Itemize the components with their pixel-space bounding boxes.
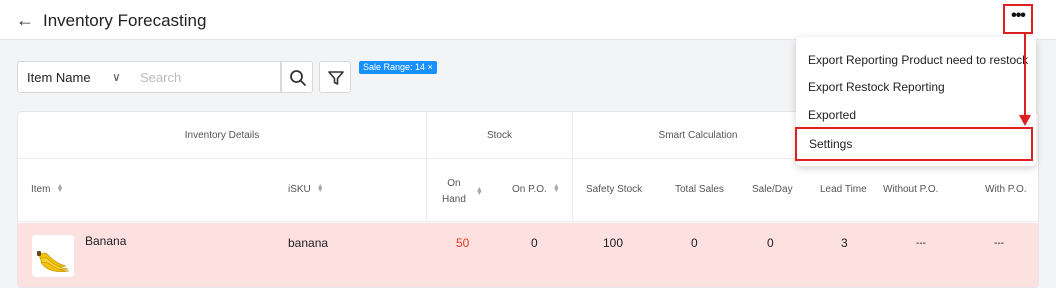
isku-value: banana [288, 236, 329, 250]
menu-item-settings-label: Settings [809, 137, 853, 151]
without-po-value: --- [916, 238, 926, 249]
sort-icon: ▲ ▼ [56, 183, 64, 195]
column-label: On Hand [442, 176, 466, 208]
column-header-total-sales: Total Sales [675, 184, 724, 195]
total-sales-value: 0 [691, 236, 698, 250]
chevron-down-icon: ∨ [112, 70, 121, 84]
back-arrow-icon[interactable]: ← [16, 10, 34, 31]
more-button-highlight: ••• [1003, 4, 1033, 34]
column-header-safety-stock: Safety Stock [586, 184, 643, 195]
more-options-button[interactable]: ••• [1007, 8, 1029, 30]
column-header-without-po: Without P.O. [883, 184, 939, 195]
column-header-isku[interactable]: iSKU ▲ ▼ [288, 183, 324, 195]
item-name[interactable]: Banana [85, 234, 126, 248]
sale-range-chip[interactable]: Sale Range: 14 × [359, 61, 437, 74]
menu-item-export-restock-reporting[interactable]: Export Restock Reporting [808, 80, 945, 94]
group-header-stock: Stock [427, 112, 572, 159]
on-hand-value: 50 [456, 236, 470, 250]
filter-button[interactable] [319, 61, 351, 93]
search-icon [290, 70, 306, 86]
sort-icon: ▲ ▼ [475, 186, 483, 197]
column-header-lead-time: Lead Time [820, 184, 867, 195]
column-label-line: Hand [442, 194, 466, 205]
column-label: iSKU [288, 184, 311, 195]
banana-icon [37, 251, 70, 272]
on-po-value: 0 [531, 236, 538, 250]
menu-item-export-restock-needed[interactable]: Export Reporting Product need to restock [808, 53, 1028, 67]
product-thumbnail [32, 235, 74, 277]
column-header-sale-day: Sale/Day [752, 184, 793, 195]
search-button[interactable] [281, 61, 313, 93]
column-label-line: On [447, 178, 461, 189]
page-title: Inventory Forecasting [43, 11, 207, 30]
field-select[interactable]: Item Name ∨ [17, 61, 131, 93]
column-header-on-po[interactable]: On P.O. ▲ ▼ [512, 183, 560, 195]
top-bar: ← Inventory Forecasting ••• [0, 0, 1056, 40]
column-header-with-po: With P.O. [985, 184, 1027, 195]
table-row[interactable]: Banana banana 50 0 100 0 0 3 --- --- [18, 223, 1038, 287]
annotation-arrow-head [1019, 115, 1031, 126]
filter-icon [328, 71, 344, 85]
menu-item-settings[interactable]: Settings [795, 127, 1033, 161]
group-header-smart-calculation: Smart Calculation [573, 112, 823, 159]
field-select-value: Item Name [27, 70, 91, 85]
column-label: On P.O. [512, 184, 547, 195]
column-label: Item [31, 184, 51, 195]
search-input[interactable] [130, 61, 281, 93]
sort-icon: ▲ ▼ [552, 183, 560, 195]
lead-time-value: 3 [841, 236, 848, 250]
group-header-inventory-details: Inventory Details [18, 112, 426, 159]
column-header-row: Item ▲ ▼ iSKU ▲ ▼ On Hand ▲ ▼ On P.O. ▲ ▼ Safety … [18, 159, 1038, 222]
column-header-item[interactable]: Item ▲ ▼ [31, 183, 64, 195]
sale-day-value: 0 [767, 236, 774, 250]
annotation-arrow-line [1024, 34, 1026, 116]
with-po-value: --- [994, 238, 1004, 249]
ellipsis-icon: ••• [1011, 7, 1026, 24]
column-header-on-hand[interactable]: On Hand ▲ ▼ [442, 176, 483, 208]
menu-item-exported[interactable]: Exported [808, 108, 856, 122]
safety-stock-value: 100 [603, 236, 624, 250]
sort-icon: ▲ ▼ [316, 183, 324, 195]
